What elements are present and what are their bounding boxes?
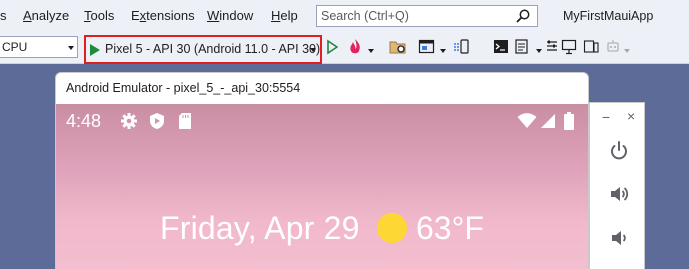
wifi-icon bbox=[517, 113, 537, 128]
platform-dropdown[interactable]: CPU bbox=[0, 36, 78, 58]
menu-bar: s Analyze Tools Extensions Window Help S… bbox=[0, 0, 689, 32]
emulator-controls-panel: − × bbox=[589, 102, 645, 269]
chevron-down-icon[interactable] bbox=[536, 49, 542, 53]
lockscreen-temperature: 63°F bbox=[416, 210, 484, 246]
sun-icon bbox=[377, 213, 407, 243]
device-manager-icon[interactable] bbox=[452, 38, 470, 56]
run-target-label: Pixel 5 - API 30 (Android 11.0 - API 30) bbox=[105, 42, 321, 56]
power-icon[interactable] bbox=[608, 140, 630, 162]
signal-icon bbox=[541, 114, 555, 128]
run-device-button[interactable]: Pixel 5 - API 30 (Android 11.0 - API 30) bbox=[84, 35, 322, 64]
gear-icon bbox=[121, 113, 137, 129]
chevron-down-icon[interactable] bbox=[368, 49, 374, 53]
chevron-down-icon[interactable] bbox=[440, 49, 446, 53]
volume-up-icon[interactable] bbox=[608, 183, 630, 205]
volume-down-icon[interactable] bbox=[608, 227, 630, 249]
ide-window: s Analyze Tools Extensions Window Help S… bbox=[0, 0, 689, 269]
emulator-window-title: Android Emulator - pixel_5_-_api_30:5554 bbox=[66, 81, 301, 95]
lockscreen-date: Friday, Apr 29 bbox=[160, 210, 360, 246]
shield-play-icon bbox=[150, 113, 164, 129]
menu-item-file-tail[interactable]: s bbox=[0, 8, 7, 23]
battery-icon bbox=[564, 112, 574, 130]
menu-item-help[interactable]: Help bbox=[271, 8, 298, 23]
toolbar: CPU Pixel 5 - API 30 (Android 11.0 - API… bbox=[0, 32, 689, 64]
device-screen[interactable]: 4:48 Friday, Apr 29 63°F bbox=[56, 104, 588, 269]
play-icon bbox=[90, 44, 100, 56]
chevron-down-icon[interactable] bbox=[310, 48, 316, 52]
start-without-debugging-icon[interactable] bbox=[326, 38, 338, 56]
sd-card-icon bbox=[179, 113, 191, 129]
menu-item-window[interactable]: Window bbox=[207, 8, 253, 23]
status-time: 4:48 bbox=[66, 111, 102, 131]
output-window-icon[interactable] bbox=[514, 38, 530, 56]
window-layout-icon[interactable] bbox=[418, 38, 436, 56]
close-button[interactable]: × bbox=[627, 108, 635, 124]
chevron-down-icon bbox=[624, 49, 630, 53]
terminal-icon[interactable] bbox=[493, 38, 509, 56]
monitor-icon[interactable] bbox=[561, 38, 577, 56]
search-input[interactable]: Search (Ctrl+Q) bbox=[316, 5, 538, 27]
device-icon[interactable] bbox=[583, 38, 599, 56]
minimize-button[interactable]: − bbox=[602, 109, 610, 125]
menu-item-extensions[interactable]: Extensions bbox=[131, 8, 195, 23]
menu-item-tools[interactable]: Tools bbox=[84, 8, 114, 23]
folder-search-icon[interactable] bbox=[389, 38, 407, 56]
platform-value: CPU bbox=[2, 40, 28, 54]
menu-item-analyze[interactable]: Analyze bbox=[23, 8, 69, 23]
properties-icon[interactable] bbox=[545, 38, 559, 56]
hot-reload-icon[interactable] bbox=[346, 38, 364, 56]
emulator-window: Android Emulator - pixel_5_-_api_30:5554… bbox=[55, 72, 589, 269]
chevron-down-icon bbox=[68, 46, 74, 50]
search-icon[interactable] bbox=[515, 8, 531, 24]
solution-title: MyFirstMauiApp bbox=[563, 9, 654, 23]
robot-icon bbox=[607, 40, 619, 52]
search-placeholder: Search (Ctrl+Q) bbox=[321, 9, 409, 23]
